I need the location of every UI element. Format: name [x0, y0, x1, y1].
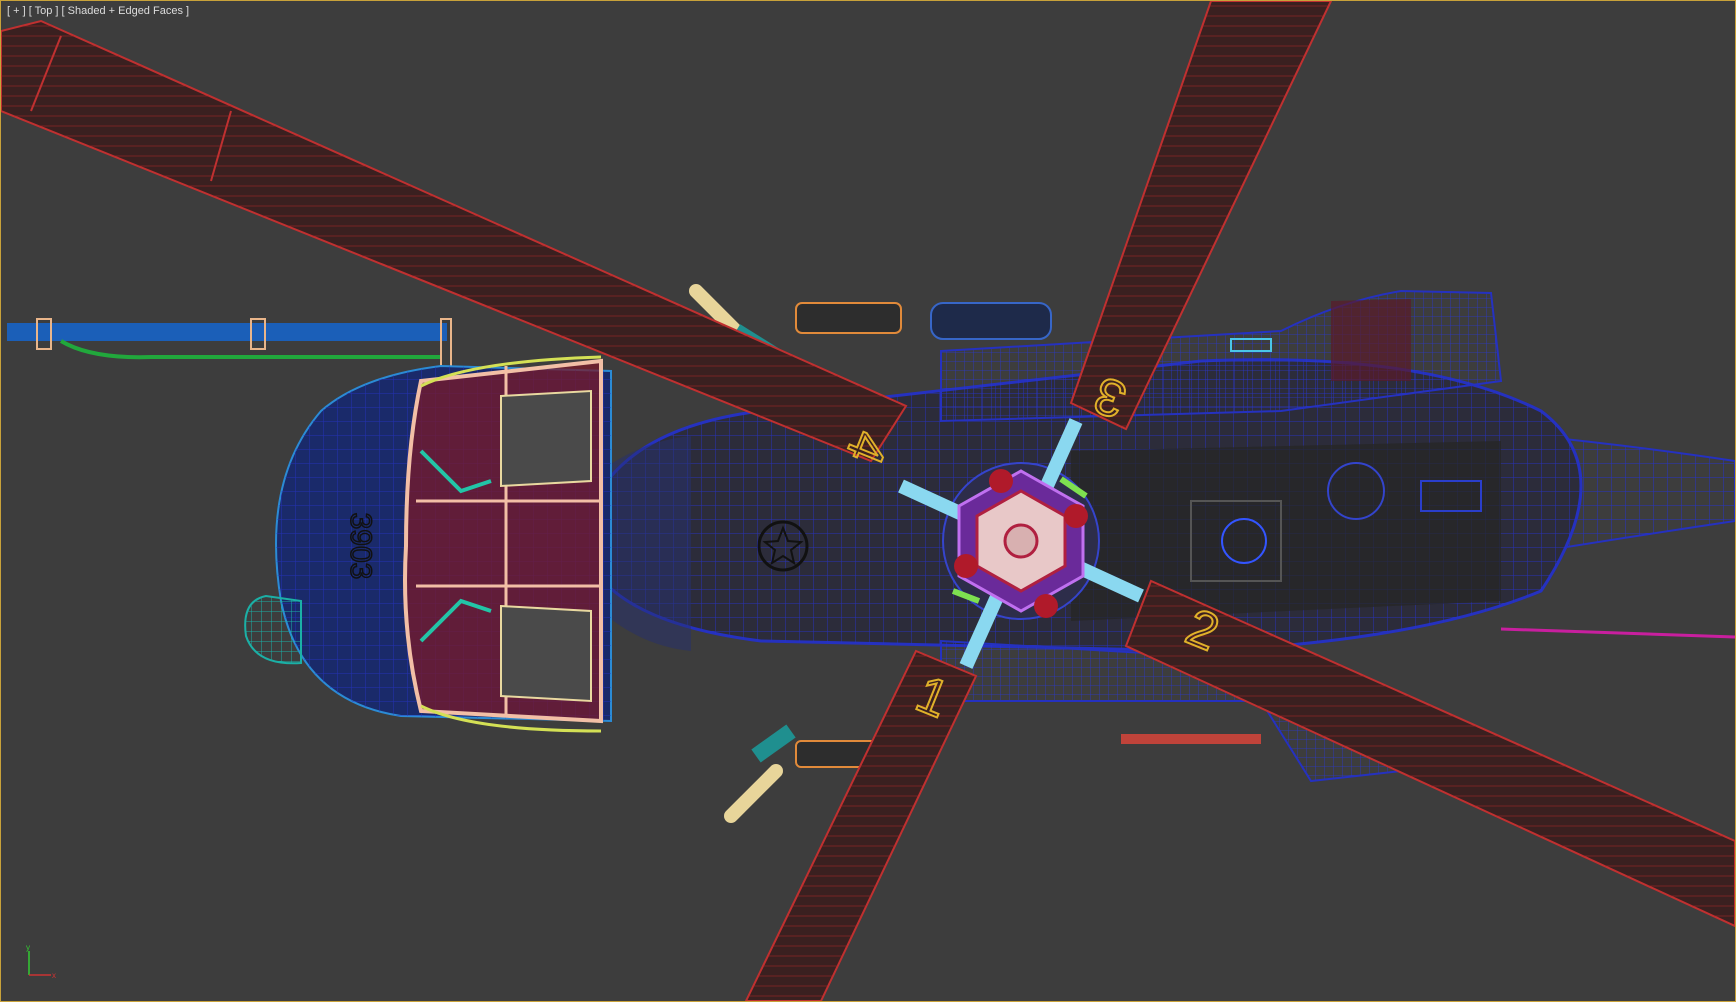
viewport-label: [ + ] [ Top ] [ Shaded + Edged Faces ] — [7, 5, 189, 17]
viewport-shading-menu[interactable]: [ Shaded + Edged Faces ] — [62, 5, 190, 17]
axis-gizmo: y x — [26, 943, 56, 980]
viewport-top[interactable]: [ + ] [ Top ] [ Shaded + Edged Faces ] 3… — [0, 0, 1736, 1002]
axis-x-label: x — [52, 971, 56, 980]
rotor-blade-1: 1 — [744, 649, 978, 1001]
viewport-menu-plus[interactable]: [ + ] — [7, 5, 26, 17]
refuel-probe — [7, 318, 452, 370]
viewport-view-menu[interactable]: [ Top ] — [29, 5, 59, 17]
helicopter-wireframe-scene[interactable]: 3903 4 3 2 1 — [1, 1, 1735, 1001]
axis-y-label: y — [26, 943, 30, 952]
nose-number: 3903 — [344, 513, 377, 580]
cockpit: 3903 — [244, 355, 612, 733]
